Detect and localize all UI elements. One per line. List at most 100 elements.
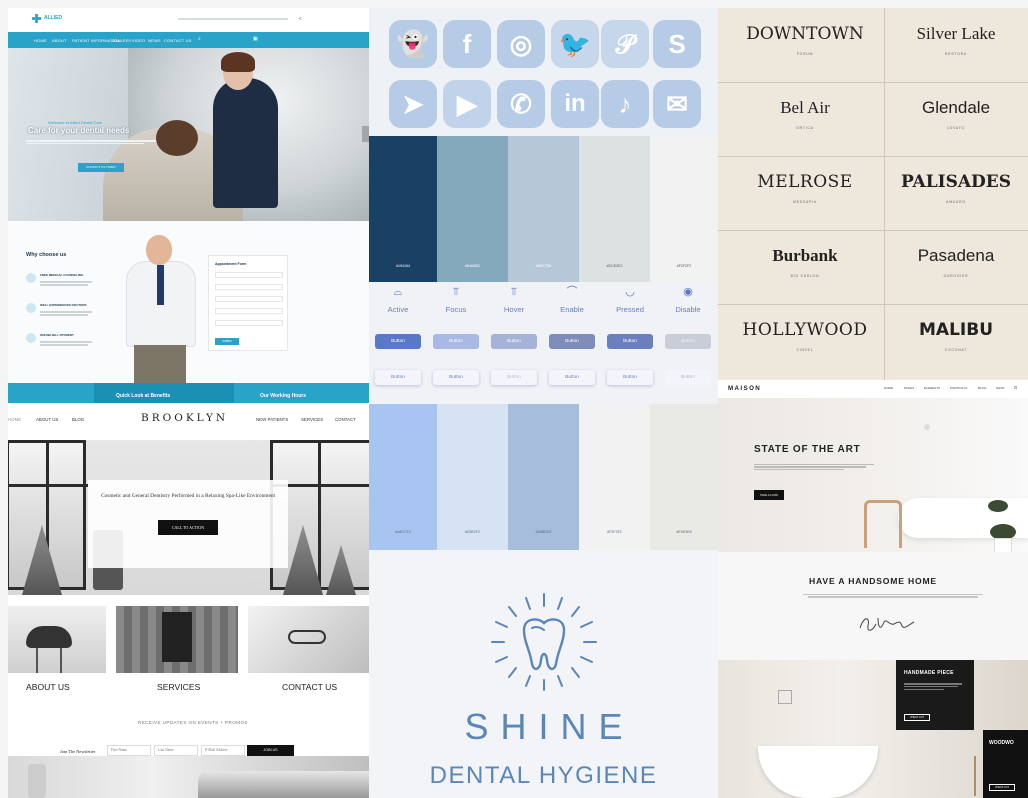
allied-brand: ALLIED xyxy=(44,15,63,21)
caption-contact-us[interactable]: CONTACT US xyxy=(282,682,337,692)
slider-next-arrow[interactable] xyxy=(362,126,369,142)
nav-contact[interactable]: CONTACT US xyxy=(164,38,192,43)
nav-gallery[interactable]: GALLERY xyxy=(112,38,132,43)
instagram-icon[interactable]: ◎ xyxy=(497,20,545,68)
filled-focus-button[interactable]: Button xyxy=(433,334,479,349)
twitter-icon[interactable]: 🐦 xyxy=(551,20,599,68)
allied-logo-icon xyxy=(32,14,41,23)
nav-blog[interactable]: BLOG xyxy=(72,417,84,422)
nav-about[interactable]: ABOUT xyxy=(52,38,67,43)
soft-hover-button[interactable]: Button xyxy=(491,370,537,385)
nav-pages[interactable]: PAGES xyxy=(904,386,914,390)
appt-message-field[interactable] xyxy=(215,320,283,326)
bathtub xyxy=(758,746,878,798)
doctor-head xyxy=(146,235,172,265)
grid-divider xyxy=(718,82,1028,83)
mail-icon[interactable]: ✉ xyxy=(653,80,701,128)
font-name: PALISADES xyxy=(900,172,1012,192)
youtube-icon[interactable]: ▶ xyxy=(443,80,491,128)
appt-phone-field[interactable] xyxy=(215,296,283,302)
take-a-look-button[interactable]: TAKE A LOOK xyxy=(754,490,784,500)
woodwork-card: WOODWO CHECK OUT xyxy=(983,730,1028,798)
hours-tab[interactable]: Our Working Hours xyxy=(260,393,306,399)
swatch: #F2F2F2 xyxy=(579,404,650,550)
nav-home[interactable]: HOME xyxy=(34,38,47,43)
contact-us-button[interactable]: CONTACT US TODAY xyxy=(78,163,124,172)
appt-email-field[interactable] xyxy=(215,284,283,290)
nav-about-us[interactable]: ABOUT US xyxy=(36,417,58,422)
maison-brand[interactable]: MAISON xyxy=(728,385,761,392)
soft-enable-button[interactable]: Button xyxy=(549,370,595,385)
submit-button[interactable]: SUBMIT xyxy=(215,338,239,345)
doctor-tie xyxy=(157,265,164,305)
hero-text xyxy=(754,462,879,472)
join-button[interactable]: JOIN US xyxy=(247,745,294,756)
nav-blog[interactable]: BLOG xyxy=(978,386,986,390)
call-to-action-button[interactable]: CALL TO ACTION xyxy=(158,520,218,535)
services-thumbnail[interactable] xyxy=(116,606,238,673)
email-input[interactable]: E-Mail Address xyxy=(201,745,245,756)
swatch-label: #84A8BC xyxy=(464,264,481,268)
nav-home[interactable]: HOME xyxy=(884,386,893,390)
check-out-button[interactable]: CHECK OUT xyxy=(989,784,1015,791)
nav-home[interactable]: HOME xyxy=(8,417,21,422)
font-specimen: DOWNTOWN FORUM xyxy=(726,8,884,86)
facebook-icon[interactable]: f xyxy=(443,20,491,68)
skype-icon[interactable]: S xyxy=(653,20,701,68)
nav-shop[interactable]: SHOP xyxy=(996,386,1005,390)
state-enable: ⌒ Enable xyxy=(543,282,601,314)
filled-disable-button[interactable]: Button xyxy=(665,334,711,349)
first-name-input[interactable]: First Name xyxy=(107,745,151,756)
font-name: HOLLYWOOD xyxy=(742,320,868,340)
filled-active-button[interactable]: Button xyxy=(375,334,421,349)
nav-contact[interactable]: CONTACT xyxy=(335,417,356,422)
swatch: #B6C7D8 xyxy=(508,136,579,282)
brooklyn-brand[interactable]: BROOKLYN xyxy=(141,412,228,424)
allied-topbar: ALLIED ≺ xyxy=(8,8,369,32)
share-icon[interactable]: ≺ xyxy=(298,16,302,22)
state-label: Focus xyxy=(445,305,467,314)
caption-services[interactable]: SERVICES xyxy=(157,682,200,692)
font-family-label: COCONAT xyxy=(944,348,968,352)
glasses xyxy=(288,630,326,644)
pinterest-icon[interactable]: 𝒫 xyxy=(601,20,649,68)
benefits-tab[interactable]: Quick Look at Benefits xyxy=(116,393,170,399)
soft-active-button[interactable]: Button xyxy=(375,370,421,385)
font-family-label: RESTORA xyxy=(945,52,967,56)
about-thumbnail[interactable] xyxy=(8,606,106,673)
social-icons-panel: 👻 f ◎ 🐦 𝒫 S ➤ ▶ ✆ in ♪ ✉ xyxy=(369,8,718,136)
linkedin-icon[interactable]: in xyxy=(551,80,599,128)
caption-about-us[interactable]: ABOUT US xyxy=(26,682,70,692)
nav-video[interactable]: VIDEO xyxy=(132,38,145,43)
telegram-icon[interactable]: ➤ xyxy=(389,80,437,128)
font-family-label: GAROGIER xyxy=(943,274,969,278)
focus-state-icon: ⫪ xyxy=(452,286,460,298)
soft-disable-button[interactable]: Button xyxy=(665,370,711,385)
soft-pressed-button[interactable]: Button xyxy=(607,370,653,385)
grid-divider xyxy=(718,304,1028,305)
calendar-icon[interactable]: ▣ xyxy=(253,36,258,42)
filled-pressed-button[interactable]: Button xyxy=(607,334,653,349)
nav-services[interactable]: SERVICES xyxy=(301,417,323,422)
last-name-input[interactable]: Last Name xyxy=(154,745,198,756)
soft-focus-button[interactable]: Button xyxy=(433,370,479,385)
appt-date-field[interactable] xyxy=(215,308,283,314)
nav-news[interactable]: NEWS xyxy=(148,38,161,43)
whatsapp-icon[interactable]: ✆ xyxy=(497,80,545,128)
check-out-button[interactable]: CHECK OUT xyxy=(904,714,930,721)
cart-icon[interactable]: ⊡ xyxy=(1014,385,1017,390)
nav-portfolio[interactable]: PORTFOLIO xyxy=(950,386,967,390)
tiktok-icon[interactable]: ♪ xyxy=(601,80,649,128)
font-family-label: AMAURO xyxy=(946,200,966,204)
search-icon[interactable]: ⌕ xyxy=(198,36,201,42)
contact-thumbnail[interactable] xyxy=(248,606,369,673)
filled-hover-button[interactable]: Button xyxy=(491,334,537,349)
maison-nav: MAISON HOME PAGES ELEMENTS PORTFOLIO BLO… xyxy=(718,380,1028,398)
font-family-label: MESSAPIA xyxy=(793,200,817,204)
nav-elements[interactable]: ELEMENTS xyxy=(924,386,940,390)
maison-intro: HAVE A HANDSOME HOME xyxy=(718,552,1028,660)
snapchat-icon[interactable]: 👻 xyxy=(389,20,437,68)
appt-name-field[interactable] xyxy=(215,272,283,278)
filled-enable-button[interactable]: Button xyxy=(549,334,595,349)
nav-new-patients[interactable]: NEW PATIENTS xyxy=(256,417,288,422)
